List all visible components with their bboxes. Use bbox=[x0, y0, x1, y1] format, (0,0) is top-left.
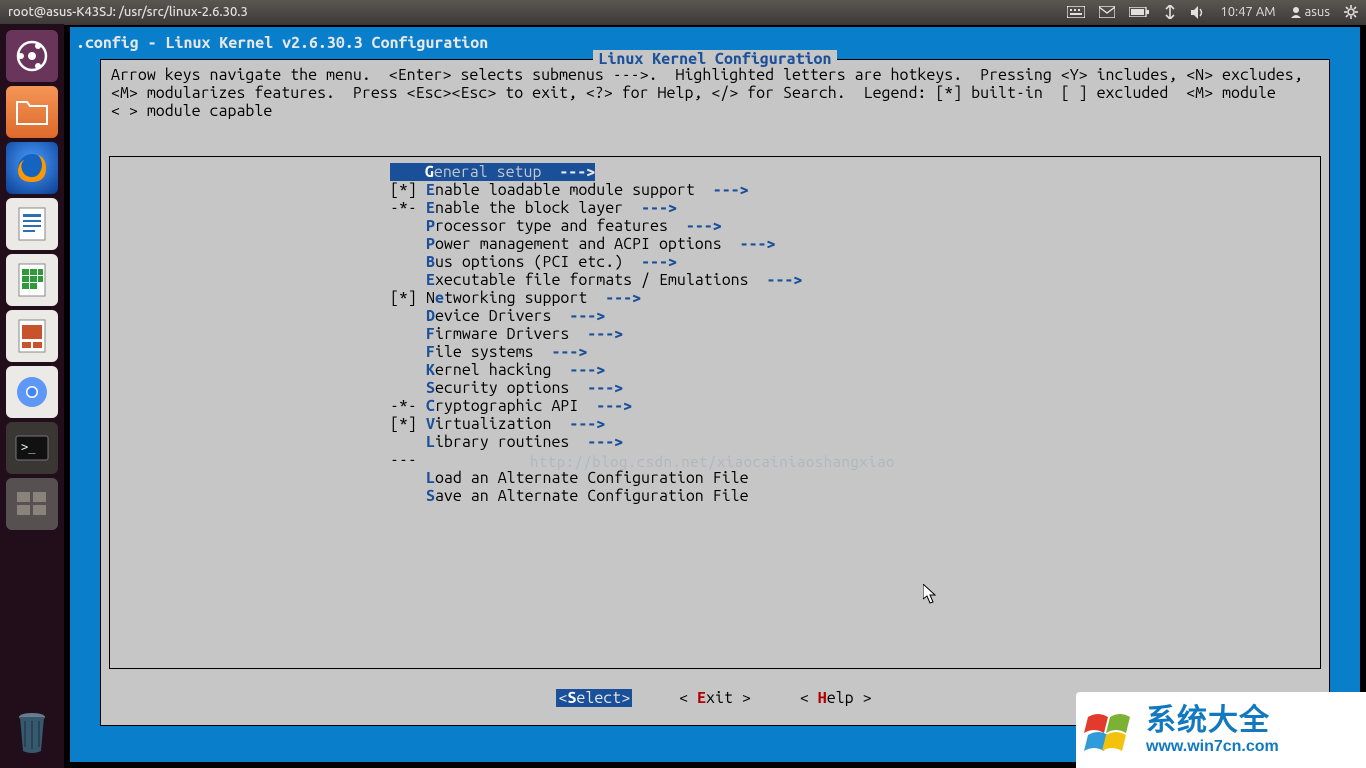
menu-item[interactable]: Kernel hacking ---> bbox=[110, 361, 1320, 379]
menuconfig-box-title: Linux Kernel Configuration bbox=[101, 50, 1329, 60]
keyboard-icon[interactable] bbox=[1067, 0, 1085, 24]
menu-item[interactable]: Security options ---> bbox=[110, 379, 1320, 397]
menu-item[interactable]: -*- Enable the block layer ---> bbox=[110, 199, 1320, 217]
user-label: asus bbox=[1305, 5, 1330, 19]
launcher-files[interactable] bbox=[6, 86, 58, 138]
menu-item[interactable]: Load an Alternate Configuration File bbox=[110, 469, 1320, 487]
launcher-writer[interactable] bbox=[6, 198, 58, 250]
launcher-workspaces[interactable] bbox=[6, 478, 58, 530]
gear-icon[interactable] bbox=[1344, 0, 1358, 24]
menu-item[interactable]: Executable file formats / Emulations ---… bbox=[110, 271, 1320, 289]
badge-url: www.win7cn.com bbox=[1146, 738, 1279, 756]
menu-item[interactable]: [*] Networking support ---> bbox=[110, 289, 1320, 307]
launcher-trash[interactable] bbox=[6, 706, 58, 758]
launcher-chromium[interactable] bbox=[6, 366, 58, 418]
menu-item[interactable]: File systems ---> bbox=[110, 343, 1320, 361]
menu-item[interactable]: Device Drivers ---> bbox=[110, 307, 1320, 325]
badge-text: 系统大全 bbox=[1146, 704, 1279, 738]
battery-icon[interactable] bbox=[1129, 0, 1149, 24]
menuconfig-outer-box: Linux Kernel Configuration Arrow keys na… bbox=[100, 59, 1330, 726]
watermark-text: http://blog.csdn.net/xiaocainiaoshangxia… bbox=[530, 453, 895, 471]
svg-text:>_: >_ bbox=[21, 440, 36, 454]
clock[interactable]: 10:47 AM bbox=[1220, 0, 1275, 24]
menu-item[interactable]: Power management and ACPI options ---> bbox=[110, 235, 1320, 253]
menu-item[interactable]: Processor type and features ---> bbox=[110, 217, 1320, 235]
terminal-window: .config - Linux Kernel v2.6.30.3 Configu… bbox=[64, 24, 1366, 768]
mail-icon[interactable] bbox=[1099, 0, 1115, 24]
window-title: root@asus-K43SJ: /usr/src/linux-2.6.30.3 bbox=[8, 5, 1067, 19]
network-icon[interactable] bbox=[1163, 0, 1177, 24]
menu-item[interactable]: Bus options (PCI etc.) ---> bbox=[110, 253, 1320, 271]
menu-item[interactable]: -*- Cryptographic API ---> bbox=[110, 397, 1320, 415]
indicator-area: 10:47 AM asus bbox=[1067, 0, 1358, 24]
help-button[interactable]: < Help > bbox=[798, 689, 874, 707]
launcher: >_ bbox=[0, 24, 64, 768]
menuconfig-list-box: General setup --->[*] Enable loadable mo… bbox=[109, 156, 1321, 669]
exit-button[interactable]: < Exit > bbox=[677, 689, 753, 707]
corner-badge: 系统大全 www.win7cn.com bbox=[1076, 692, 1366, 768]
menuconfig-help: Arrow keys navigate the menu. <Enter> se… bbox=[101, 60, 1329, 122]
launcher-dash[interactable] bbox=[6, 30, 58, 82]
launcher-calc[interactable] bbox=[6, 254, 58, 306]
launcher-firefox[interactable] bbox=[6, 142, 58, 194]
menu-item[interactable]: General setup ---> bbox=[110, 163, 1320, 181]
launcher-impress[interactable] bbox=[6, 310, 58, 362]
windows-logo-icon bbox=[1084, 703, 1138, 757]
menu-item[interactable]: [*] Enable loadable module support ---> bbox=[110, 181, 1320, 199]
menu-item[interactable]: Save an Alternate Configuration File bbox=[110, 487, 1320, 505]
menu-item[interactable]: Firmware Drivers ---> bbox=[110, 325, 1320, 343]
menu-item[interactable]: Library routines ---> bbox=[110, 433, 1320, 451]
select-button[interactable]: <Select> bbox=[556, 689, 632, 707]
menuconfig-screen: .config - Linux Kernel v2.6.30.3 Configu… bbox=[70, 27, 1360, 762]
launcher-terminal[interactable]: >_ bbox=[6, 422, 58, 474]
top-panel: root@asus-K43SJ: /usr/src/linux-2.6.30.3… bbox=[0, 0, 1366, 24]
user-menu[interactable]: asus bbox=[1290, 0, 1330, 24]
volume-icon[interactable] bbox=[1191, 0, 1206, 24]
menu-item[interactable]: [*] Virtualization ---> bbox=[110, 415, 1320, 433]
